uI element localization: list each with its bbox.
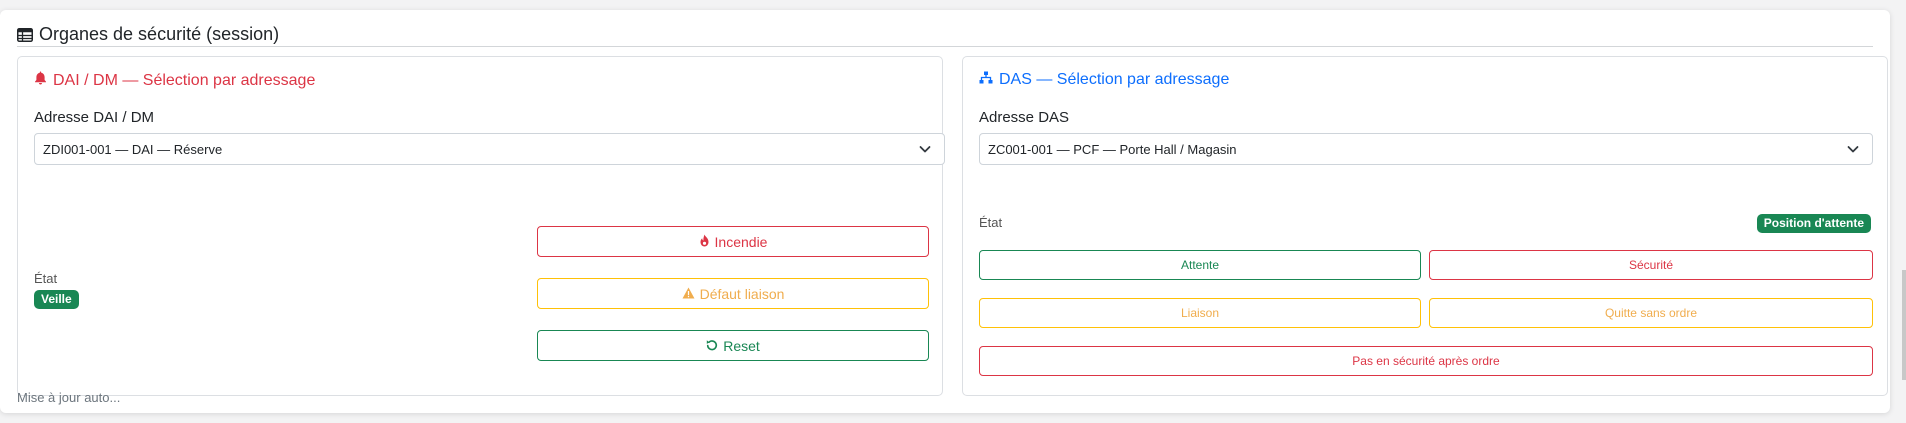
das-state-label: État <box>979 215 1003 230</box>
dai-card-title: DAI / DM — Sélection par adressage <box>34 71 315 90</box>
securite-label: Sécurité <box>1628 258 1674 272</box>
das-address-value: ZC001-001 — PCF — Porte Hall / Magasin <box>988 141 1237 157</box>
liaison-button[interactable]: Liaison <box>979 298 1421 328</box>
das-status-badge: Position d'attente <box>1756 214 1871 233</box>
panel-header: Organes de sécurité (session) <box>17 24 279 45</box>
sitemap-icon <box>979 71 993 89</box>
dai-address-value: ZDI001-001 — DAI — Réserve <box>43 141 223 157</box>
attente-label: Attente <box>1180 258 1220 272</box>
pas-en-securite-label: Pas en sécurité après ordre <box>1352 354 1500 368</box>
securite-button[interactable]: Sécurité <box>1429 250 1873 280</box>
security-panel: Organes de sécurité (session) DAI / DM —… <box>0 10 1890 413</box>
dai-title-text: DAI / DM — Sélection par adressage <box>53 71 316 89</box>
warning-triangle-icon <box>682 286 695 302</box>
chevron-down-icon <box>918 142 932 159</box>
das-card-title: DAS — Sélection par adressage <box>979 71 1229 89</box>
auto-update-status: Mise à jour auto... <box>17 390 121 405</box>
header-divider <box>17 46 1873 47</box>
dai-card: DAI / DM — Sélection par adressage Adres… <box>17 56 945 396</box>
fire-icon <box>699 234 710 250</box>
incendie-label: Incendie <box>714 233 768 250</box>
das-address-select[interactable]: ZC001-001 — PCF — Porte Hall / Magasin <box>979 133 1873 165</box>
das-title-text: DAS — Sélection par adressage <box>999 71 1230 88</box>
chevron-down-icon <box>1846 142 1860 159</box>
quitte-sans-ordre-button[interactable]: Quitte sans ordre <box>1429 298 1873 328</box>
page-title: Organes de sécurité (session) <box>39 24 280 44</box>
dai-address-label: Adresse DAI / DM <box>34 109 155 126</box>
quitte-sans-ordre-label: Quitte sans ordre <box>1604 306 1698 320</box>
dai-state-label: État <box>34 271 58 286</box>
table-icon <box>17 27 33 42</box>
reset-label: Reset <box>723 337 760 354</box>
attente-button[interactable]: Attente <box>979 250 1421 280</box>
scrollbar[interactable] <box>1902 270 1906 380</box>
das-card: DAS — Sélection par adressage Adresse DA… <box>962 56 1888 396</box>
defaut-liaison-button[interactable]: Défaut liaison <box>537 278 929 309</box>
dai-status-badge: Veille <box>34 290 79 309</box>
pas-en-securite-button[interactable]: Pas en sécurité après ordre <box>979 346 1873 376</box>
das-address-label: Adresse DAS <box>979 109 1070 126</box>
liaison-label: Liaison <box>1180 306 1220 320</box>
defaut-liaison-label: Défaut liaison <box>699 285 785 302</box>
bell-icon <box>34 71 47 90</box>
reset-icon <box>706 338 718 354</box>
reset-button[interactable]: Reset <box>537 330 929 361</box>
incendie-button[interactable]: Incendie <box>537 226 929 257</box>
dai-address-select[interactable]: ZDI001-001 — DAI — Réserve <box>34 133 945 165</box>
